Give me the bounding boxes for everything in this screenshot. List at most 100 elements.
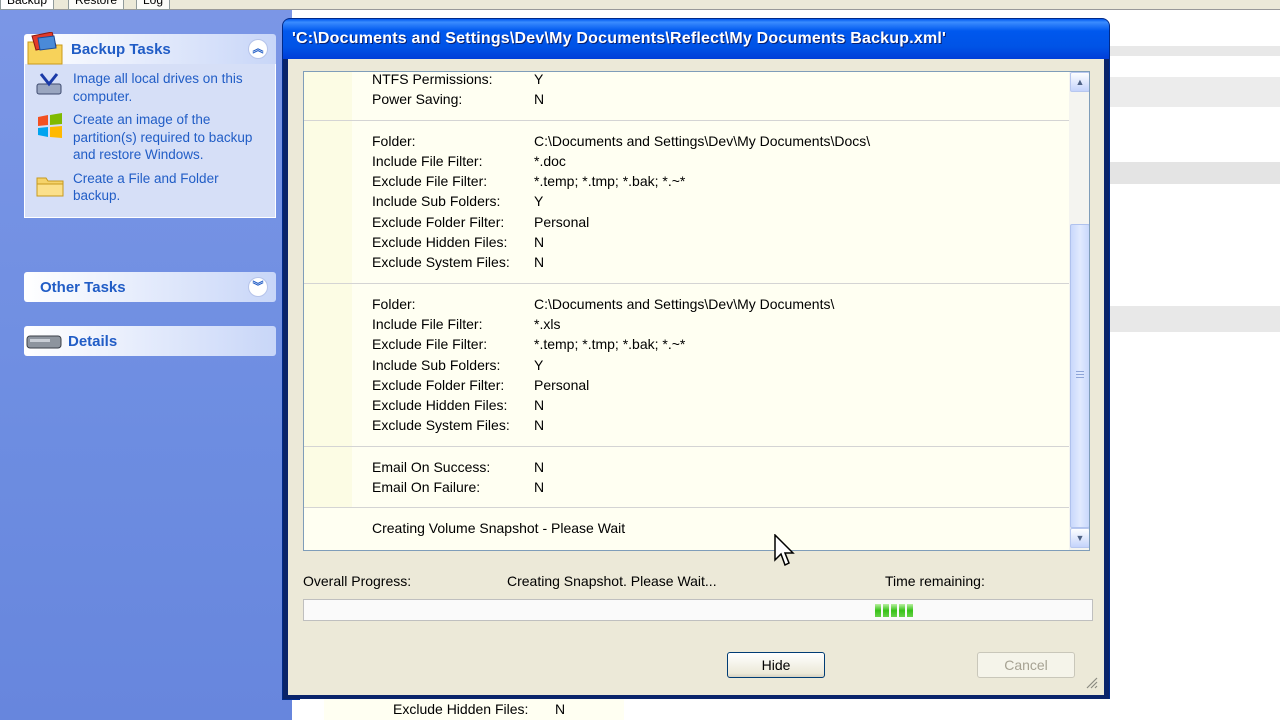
dialog-titlebar[interactable]: 'C:\Documents and Settings\Dev\My Docume… bbox=[283, 19, 1109, 59]
log-value: N bbox=[534, 254, 545, 271]
log-value: Y bbox=[534, 71, 544, 87]
task-label[interactable]: Image all local drives on this computer. bbox=[73, 70, 267, 105]
background-row-value: N bbox=[555, 701, 566, 717]
cancel-button[interactable]: Cancel bbox=[977, 652, 1075, 678]
log-key: Include Sub Folders: bbox=[372, 193, 501, 210]
hide-button[interactable]: Hide bbox=[727, 652, 825, 678]
backup-folder-icon bbox=[27, 32, 63, 65]
task-label[interactable]: Create an image of the partition(s) requ… bbox=[73, 111, 267, 164]
log-row: Include File Filter: *.doc bbox=[304, 151, 1069, 171]
log-block-folder-2: Folder: C:\Documents and Settings\Dev\My … bbox=[304, 283, 1069, 447]
log-value: Y bbox=[534, 193, 544, 210]
background-divider bbox=[1108, 46, 1280, 56]
log-row: Exclude Hidden Files: N bbox=[304, 232, 1069, 252]
log-key: Power Saving: bbox=[372, 91, 463, 108]
log-row: Email On Success: N bbox=[304, 457, 1069, 477]
log-value: Y bbox=[534, 356, 544, 373]
log-block-settings: NTFS Permissions: Y Power Saving: N bbox=[304, 71, 1069, 121]
other-tasks-header[interactable]: Other Tasks ︾ bbox=[24, 272, 276, 302]
backup-tasks-title: Backup Tasks bbox=[71, 41, 171, 58]
log-row: Email On Failure: N bbox=[304, 477, 1069, 497]
scroll-up-arrow-icon[interactable]: ▲ bbox=[1070, 72, 1089, 92]
log-row: Exclude Hidden Files: N bbox=[304, 395, 1069, 415]
log-content: NTFS Permissions: Y Power Saving: N Folder… bbox=[304, 71, 1069, 550]
details-title: Details bbox=[68, 333, 118, 350]
log-value: N bbox=[534, 234, 545, 251]
log-row: Include Sub Folders: Y bbox=[304, 355, 1069, 375]
other-tasks-panel: Other Tasks ︾ bbox=[24, 272, 276, 302]
progress-status-text: Creating Snapshot. Please Wait... bbox=[507, 573, 717, 589]
task-image-all-drives[interactable]: Image all local drives on this computer. bbox=[35, 70, 267, 105]
log-key: Email On Failure: bbox=[372, 479, 481, 496]
log-key: Exclude File Filter: bbox=[372, 173, 488, 190]
scroll-down-arrow-icon[interactable]: ▼ bbox=[1070, 528, 1089, 548]
log-value: N bbox=[534, 458, 545, 475]
background-header bbox=[1108, 77, 1280, 107]
log-row: Exclude System Files: N bbox=[304, 252, 1069, 272]
log-row: Exclude File Filter: *.temp; *.tmp; *.bak… bbox=[304, 171, 1069, 191]
log-value: Personal bbox=[534, 376, 590, 393]
background-log-row: Exclude Hidden Files: N bbox=[300, 699, 1280, 720]
log-block-folder-1: Folder: C:\Documents and Settings\Dev\My … bbox=[304, 120, 1069, 284]
scroll-grip-icon bbox=[1076, 371, 1084, 372]
log-value: N bbox=[534, 417, 545, 434]
log-value: *.doc bbox=[534, 152, 566, 169]
log-value: N bbox=[534, 479, 545, 496]
log-key: Include Sub Folders: bbox=[372, 356, 501, 373]
log-row: Include File Filter: *.xls bbox=[304, 314, 1069, 334]
background-row bbox=[1108, 162, 1280, 184]
other-tasks-title: Other Tasks bbox=[40, 279, 126, 296]
folder-icon bbox=[36, 177, 64, 196]
background-row-key: Exclude Hidden Files: bbox=[393, 701, 529, 717]
log-key: Exclude Hidden Files: bbox=[372, 234, 508, 251]
resize-grip-icon[interactable] bbox=[1086, 677, 1098, 689]
log-scrollbar[interactable]: ▲ ▼ bbox=[1069, 72, 1089, 550]
progress-chunk bbox=[891, 604, 898, 617]
log-value: Personal bbox=[534, 213, 590, 230]
expand-chevron-down-icon[interactable]: ︾ bbox=[248, 277, 268, 297]
log-key: Exclude System Files: bbox=[372, 417, 510, 434]
log-block-email: Email On Success: N Email On Failure: N bbox=[304, 446, 1069, 509]
progress-chunk bbox=[883, 604, 890, 617]
log-key: Folder: bbox=[372, 295, 416, 312]
log-status-text: Creating Volume Snapshot - Please Wait bbox=[372, 520, 626, 537]
tab-backup[interactable]: Backup bbox=[0, 0, 55, 10]
task-image-windows-partitions[interactable]: Create an image of the partition(s) requ… bbox=[35, 111, 267, 164]
log-value: C:\Documents and Settings\Dev\My Documen… bbox=[534, 295, 835, 312]
log-row: Include Sub Folders: Y bbox=[304, 191, 1069, 211]
progress-fill bbox=[875, 604, 914, 617]
log-key: NTFS Permissions: bbox=[372, 71, 493, 87]
tab-restore[interactable]: Restore bbox=[68, 0, 125, 10]
progress-chunk bbox=[907, 604, 914, 617]
details-panel: Details bbox=[24, 326, 276, 356]
log-key: Exclude System Files: bbox=[372, 254, 510, 271]
scroll-thumb[interactable] bbox=[1070, 224, 1089, 528]
log-key: Exclude Folder Filter: bbox=[372, 213, 505, 230]
log-panel: NTFS Permissions: Y Power Saving: N Folder… bbox=[303, 71, 1090, 551]
dialog-title: 'C:\Documents and Settings\Dev\My Docume… bbox=[292, 30, 947, 47]
progress-chunk bbox=[875, 604, 882, 617]
log-row: Exclude Folder Filter: Personal bbox=[304, 375, 1069, 395]
log-row: Exclude File Filter: *.temp; *.tmp; *.bak… bbox=[304, 334, 1069, 354]
task-label[interactable]: Create a File and Folder backup. bbox=[73, 170, 267, 205]
log-row: Folder: C:\Documents and Settings\Dev\My … bbox=[304, 131, 1069, 151]
log-row: NTFS Permissions: Y bbox=[304, 71, 1069, 89]
task-file-folder-backup[interactable]: Create a File and Folder backup. bbox=[35, 170, 267, 205]
details-header[interactable]: Details bbox=[24, 326, 276, 356]
log-row: Exclude Folder Filter: Personal bbox=[304, 212, 1069, 232]
log-row: Power Saving: N bbox=[304, 89, 1069, 109]
tab-log[interactable]: Log bbox=[136, 0, 171, 10]
log-value: N bbox=[534, 397, 545, 414]
collapse-chevron-up-icon[interactable]: ︽ bbox=[248, 39, 268, 59]
log-key: Email On Success: bbox=[372, 458, 491, 475]
log-value: *.temp; *.tmp; *.bak; *.~* bbox=[534, 336, 686, 353]
mouse-pointer-icon bbox=[774, 534, 795, 567]
log-status-line: Creating Volume Snapshot - Please Wait bbox=[304, 508, 1069, 550]
log-value: *.temp; *.tmp; *.bak; *.~* bbox=[534, 173, 686, 190]
task-pane: Backup Tasks ︽ Image all local drives on… bbox=[0, 10, 292, 720]
time-remaining-label: Time remaining: bbox=[885, 573, 985, 589]
backup-tasks-panel: Backup Tasks ︽ Image all local drives on… bbox=[24, 32, 276, 218]
backup-tasks-list: Image all local drives on this computer.… bbox=[24, 64, 276, 218]
backup-tasks-header[interactable]: Backup Tasks ︽ bbox=[24, 32, 276, 65]
background-header-2 bbox=[1108, 306, 1280, 332]
